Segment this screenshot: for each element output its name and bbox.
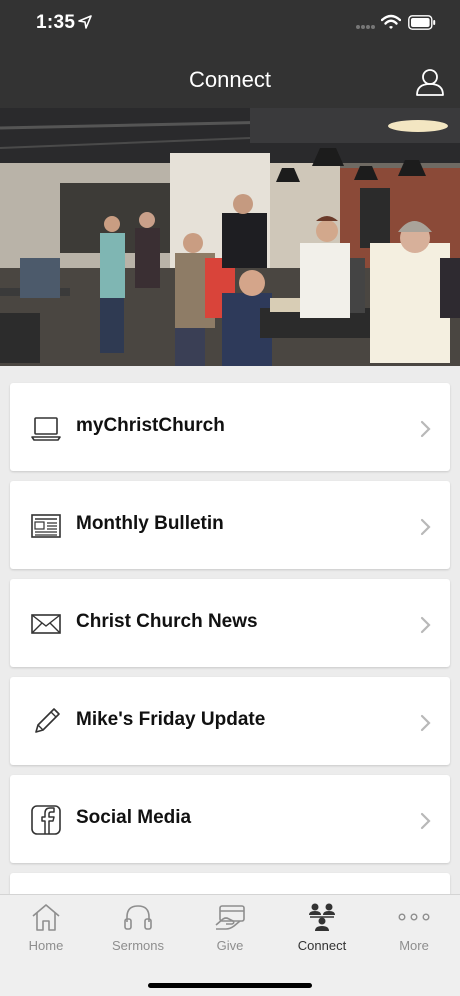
nav-bar: Connect — [0, 52, 460, 108]
tab-label: Home — [28, 938, 64, 953]
menu-item-social-media[interactable]: Social Media — [10, 775, 450, 863]
hero-image — [0, 108, 460, 366]
menu-item-label: Christ Church News — [76, 611, 258, 632]
wifi-icon — [381, 14, 401, 29]
chevron-right-icon — [420, 420, 431, 438]
home-icon — [32, 904, 60, 931]
tab-label: Sermons — [111, 938, 165, 953]
tab-more[interactable]: More — [368, 895, 460, 959]
signal-icon — [356, 25, 375, 29]
chevron-right-icon — [420, 616, 431, 634]
menu-item-monthly-bulletin[interactable]: Monthly Bulletin — [10, 481, 450, 569]
menu-item-label: myChristChurch — [76, 415, 225, 436]
location-arrow-icon — [78, 15, 92, 29]
menu-item-christ-church-news[interactable]: Christ Church News — [10, 579, 450, 667]
menu-item-mychristchurch[interactable]: myChristChurch — [10, 383, 450, 471]
more-dots-icon — [398, 913, 430, 921]
status-bar: 1:35 — [0, 0, 460, 52]
tab-home[interactable]: Home — [0, 895, 92, 959]
laptop-icon — [31, 417, 61, 441]
give-card-icon — [215, 905, 245, 930]
facebook-icon — [31, 805, 61, 835]
status-time: 1:35 — [36, 12, 76, 33]
home-indicator — [148, 983, 312, 988]
menu-item-mikes-friday-update[interactable]: Mike's Friday Update — [10, 677, 450, 765]
tab-label: Connect — [297, 938, 347, 953]
headphones-icon — [124, 905, 152, 930]
people-icon — [309, 903, 335, 931]
menu-item-label: Mike's Friday Update — [76, 709, 266, 730]
menu-item-label: Monthly Bulletin — [76, 513, 224, 534]
tab-give[interactable]: Give — [184, 895, 276, 959]
profile-icon[interactable] — [415, 67, 445, 97]
newspaper-icon — [31, 514, 61, 538]
menu-item-label: Social Media — [76, 807, 192, 828]
tab-sermons[interactable]: Sermons — [92, 895, 184, 959]
tab-bar: Home Sermons Give Connect More — [0, 894, 460, 996]
battery-icon — [408, 15, 436, 30]
chevron-right-icon — [420, 518, 431, 536]
chevron-right-icon — [420, 812, 431, 830]
pencil-icon — [35, 708, 60, 733]
tab-label: Give — [216, 938, 244, 953]
envelope-icon — [31, 614, 61, 634]
page-title: Connect — [189, 67, 271, 92]
chevron-right-icon — [420, 714, 431, 732]
tab-label: More — [399, 938, 429, 953]
tab-connect[interactable]: Connect — [276, 895, 368, 959]
